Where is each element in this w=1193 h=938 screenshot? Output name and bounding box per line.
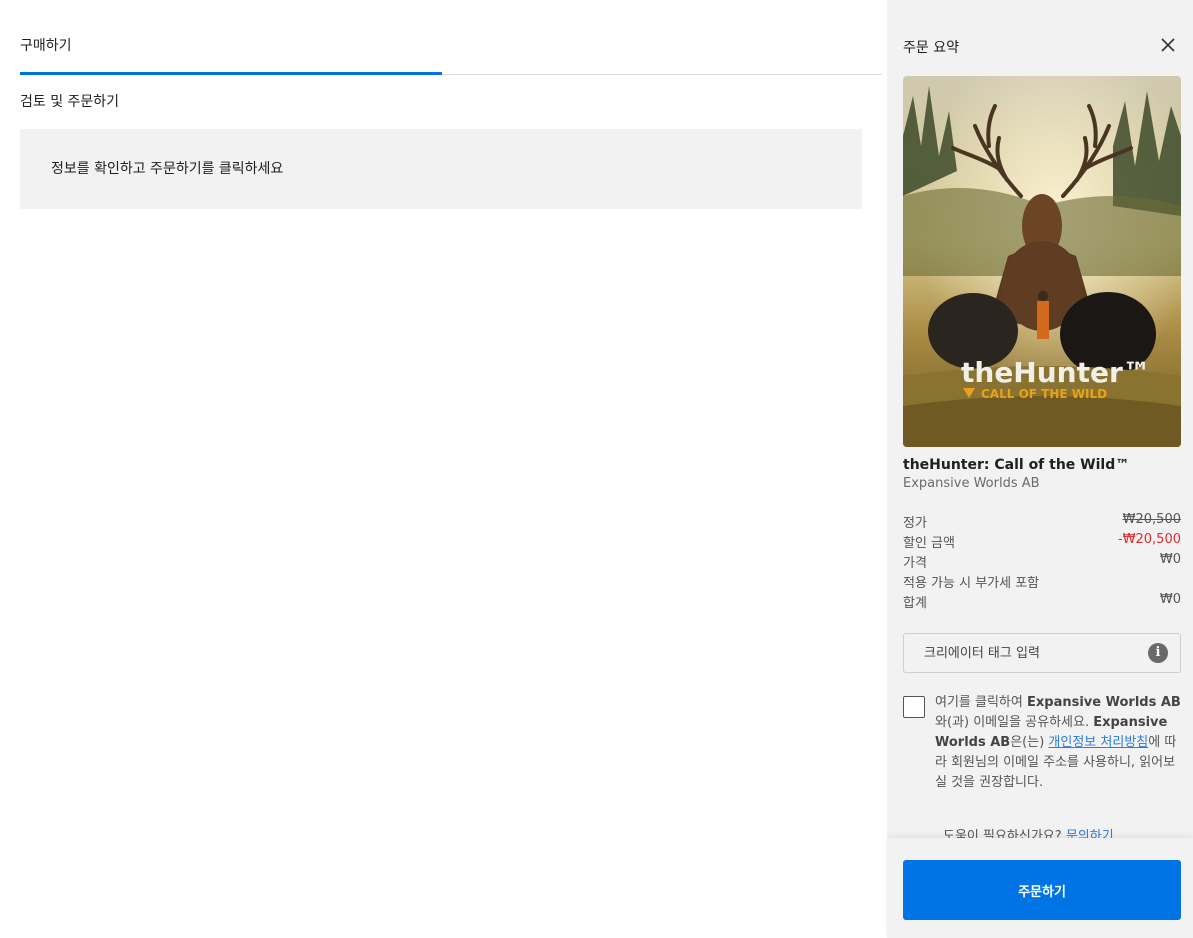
list-price-label: 정가 xyxy=(903,516,927,531)
cover-logo-main: theHunter™ xyxy=(961,356,1151,389)
total-row: 합계 ₩0 xyxy=(903,592,1181,612)
section-title: 검토 및 주문하기 xyxy=(20,94,120,110)
price-row: 가격 ₩0 xyxy=(903,552,1181,572)
product-publisher: Expansive Worlds AB xyxy=(903,476,1040,491)
close-button[interactable] xyxy=(1156,33,1180,57)
product-cover-image: theHunter™ CALL OF THE WILD xyxy=(903,76,1181,447)
cover-logo-sub: CALL OF THE WILD xyxy=(981,387,1107,401)
creator-tag-input[interactable] xyxy=(905,635,1141,671)
close-icon xyxy=(1161,38,1175,52)
product-name: theHunter: Call of the Wild™ xyxy=(903,457,1130,473)
discount-value: -₩20,500 xyxy=(1117,532,1181,547)
privacy-policy-link[interactable]: 개인정보 처리방침 xyxy=(1048,735,1148,750)
email-consent-text: 여기를 클릭하여 Expansive Worlds AB와(과) 이메일을 공유… xyxy=(935,695,1181,790)
order-summary-pane: 주문 요약 theHunter™ CALL OF THE WILD theHun… xyxy=(887,0,1193,938)
vat-note: 적용 가능 시 부가세 포함 xyxy=(903,576,1040,591)
place-order-button[interactable]: 주문하기 xyxy=(903,860,1181,920)
price-label: 가격 xyxy=(903,556,927,571)
discount-row: 할인 금액 -₩20,500 xyxy=(903,532,1181,552)
info-icon[interactable]: i xyxy=(1148,643,1168,663)
tab-purchase[interactable]: 구매하기 xyxy=(20,35,72,55)
info-box: 정보를 확인하고 주문하기를 클릭하세요 xyxy=(20,129,862,209)
total-value: ₩0 xyxy=(1159,592,1181,607)
email-consent-checkbox[interactable] xyxy=(903,696,925,718)
total-label: 합계 xyxy=(903,596,927,611)
consent-publisher-name: Expansive Worlds AB xyxy=(1027,695,1181,710)
tab-active-indicator xyxy=(20,72,442,75)
summary-title: 주문 요약 xyxy=(903,40,959,56)
checkout-tabs: 구매하기 xyxy=(20,0,882,75)
price-value: ₩0 xyxy=(1159,552,1181,567)
vat-row: 적용 가능 시 부가세 포함 xyxy=(903,572,1181,592)
list-price-value: ₩20,500 xyxy=(1122,512,1181,527)
summary-footer: 주문하기 xyxy=(887,838,1193,938)
checkout-pane: 구매하기 검토 및 주문하기 정보를 확인하고 주문하기를 클릭하세요 xyxy=(0,0,887,938)
creator-tag-field: i xyxy=(903,633,1181,673)
info-message: 정보를 확인하고 주문하기를 클릭하세요 xyxy=(51,161,284,177)
discount-label: 할인 금액 xyxy=(903,536,955,551)
list-price-row: 정가 ₩20,500 xyxy=(903,512,1181,532)
